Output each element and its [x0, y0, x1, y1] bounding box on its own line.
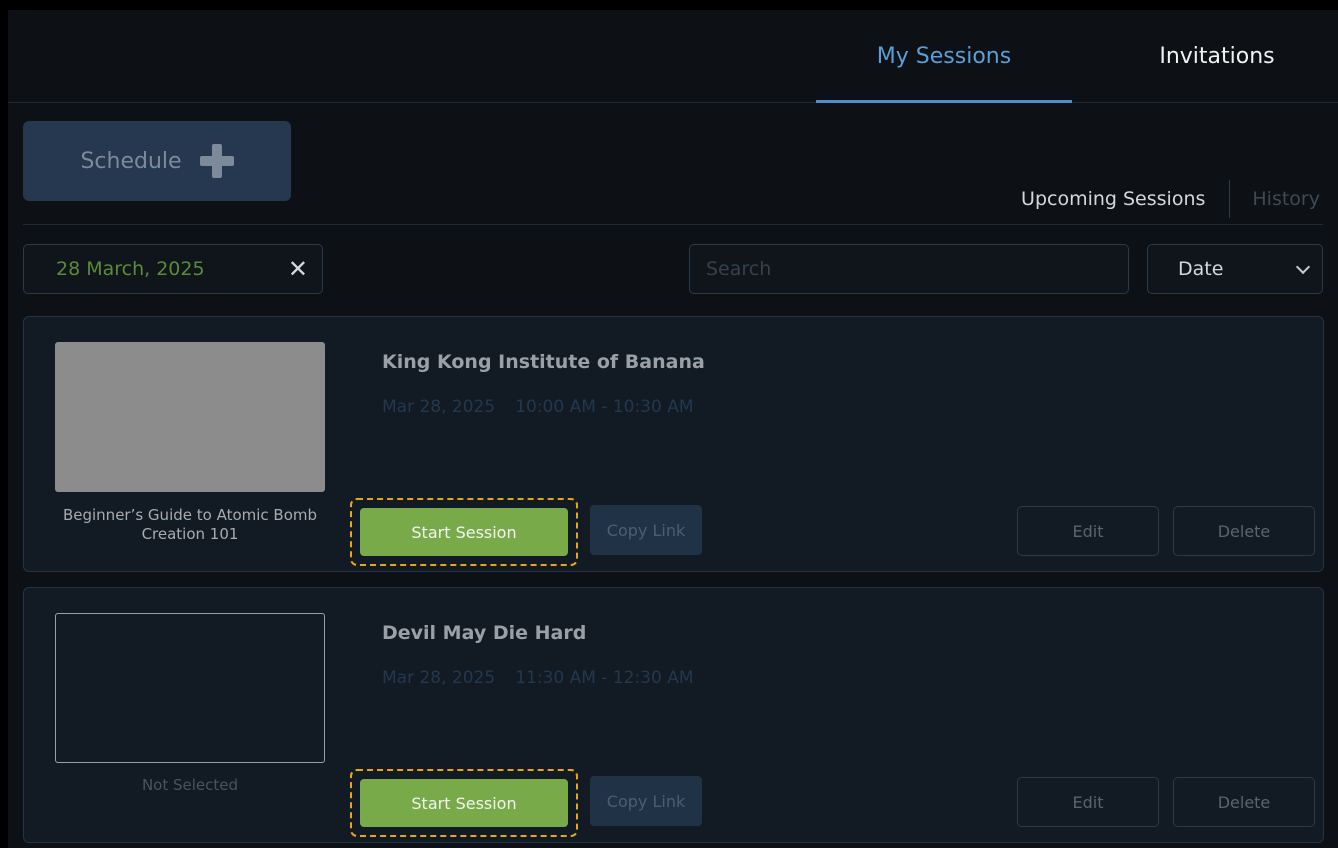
tab-invitations[interactable]: Invitations — [1142, 10, 1292, 102]
date-filter-value: 28 March, 2025 — [56, 258, 205, 280]
copy-link-button[interactable]: Copy Link — [590, 505, 702, 555]
section-divider — [23, 224, 1323, 225]
close-icon[interactable]: ✕ — [288, 257, 308, 281]
start-session-button[interactable]: Start Session — [360, 508, 568, 556]
schedule-label: Schedule — [80, 148, 182, 174]
thumbnail-caption: Beginner’s Guide to Atomic Bomb Creation… — [62, 506, 318, 543]
session-card: Beginner’s Guide to Atomic Bomb Creation… — [23, 316, 1324, 572]
session-title: Devil May Die Hard — [382, 622, 587, 644]
session-title: King Kong Institute of Banana — [382, 351, 705, 373]
delete-button[interactable]: Delete — [1173, 506, 1315, 556]
session-date: Mar 28, 2025 — [382, 397, 496, 417]
search-input[interactable] — [689, 244, 1129, 294]
session-datetime: Mar 28, 2025 11:30 AM - 12:30 AM — [382, 668, 694, 688]
subtab-history[interactable]: History — [1230, 188, 1320, 210]
session-date: Mar 28, 2025 — [382, 668, 496, 688]
plus-icon — [199, 144, 234, 178]
session-subtabs: Upcoming Sessions History — [1021, 180, 1320, 218]
sort-dropdown-value: Date — [1178, 258, 1224, 280]
top-nav: My Sessions Invitations — [8, 10, 1338, 103]
thumbnail-caption: Not Selected — [141, 776, 239, 794]
session-card: Not Selected Devil May Die Hard Mar 28, … — [23, 587, 1324, 843]
copy-link-button[interactable]: Copy Link — [590, 776, 702, 826]
edit-button[interactable]: Edit — [1017, 777, 1159, 827]
tab-my-sessions[interactable]: My Sessions — [816, 10, 1072, 103]
edit-button[interactable]: Edit — [1017, 506, 1159, 556]
app-frame: My Sessions Invitations Schedule Upcomin… — [8, 10, 1338, 848]
session-thumbnail-empty — [55, 613, 325, 763]
start-session-button[interactable]: Start Session — [360, 779, 568, 827]
start-session-highlight: Start Session — [350, 498, 578, 566]
chevron-down-icon — [1295, 259, 1311, 275]
schedule-button[interactable]: Schedule — [23, 121, 291, 201]
start-session-highlight: Start Session — [350, 769, 578, 837]
session-time: 10:00 AM - 10:30 AM — [515, 397, 694, 417]
sort-dropdown[interactable]: Date — [1147, 244, 1323, 294]
delete-button[interactable]: Delete — [1173, 777, 1315, 827]
session-thumbnail — [55, 342, 325, 492]
session-datetime: Mar 28, 2025 10:00 AM - 10:30 AM — [382, 397, 694, 417]
date-filter-chip[interactable]: 28 March, 2025 ✕ — [23, 244, 323, 294]
session-time: 11:30 AM - 12:30 AM — [515, 668, 694, 688]
subtab-upcoming-sessions[interactable]: Upcoming Sessions — [1021, 188, 1229, 210]
